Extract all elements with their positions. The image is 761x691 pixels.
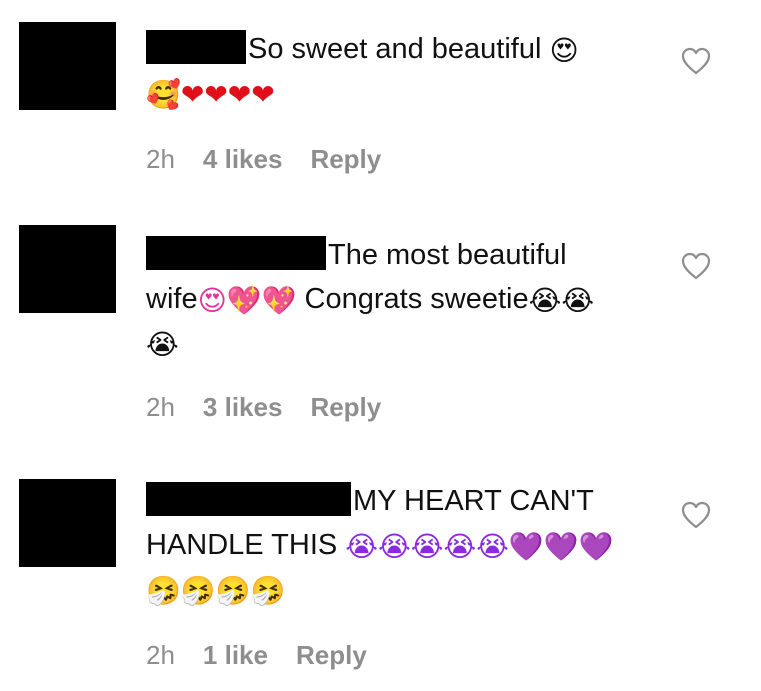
emoji-row: 😭😭😭😭😭💜💜💜 <box>345 530 614 563</box>
comment-text: MY HEART CAN'T HANDLE THIS 😭😭😭😭😭💜💜💜 🤧🤧🤧🤧 <box>146 479 613 611</box>
likes-count[interactable]: 3 likes <box>203 392 283 423</box>
emoji-row: 🥰❤❤❤❤ <box>146 78 275 111</box>
like-button[interactable] <box>681 47 711 75</box>
comment-line-3: 😭 <box>146 321 594 365</box>
timestamp[interactable]: 2h <box>146 144 175 175</box>
username-redacted[interactable] <box>146 30 246 64</box>
comment-meta: 2h 1 like Reply <box>146 640 367 671</box>
comment-body-cont: wife <box>146 283 198 315</box>
comment-body: So sweet and beautiful <box>248 33 542 65</box>
comment-meta: 2h 3 likes Reply <box>146 392 381 423</box>
comment-body-cont: Congrats sweetie <box>296 283 529 315</box>
like-button[interactable] <box>681 501 711 529</box>
username-redacted[interactable] <box>146 236 326 270</box>
crying-emoji-row: 😭😭 <box>528 284 595 317</box>
comment-text: So sweet and beautiful 😍 🥰❤❤❤❤ <box>146 27 579 115</box>
heart-outline-icon <box>681 501 711 529</box>
timestamp[interactable]: 2h <box>146 640 175 671</box>
likes-count[interactable]: 1 like <box>203 640 268 671</box>
username-redacted[interactable] <box>146 482 351 516</box>
likes-count[interactable]: 4 likes <box>203 144 283 175</box>
comment-line-1: The most beautiful <box>146 233 594 277</box>
avatar-redacted[interactable] <box>19 479 116 567</box>
comment-line-2: wife😍💖💖 Congrats sweetie😭😭 <box>146 277 594 321</box>
comment-line-1: MY HEART CAN'T <box>146 479 613 523</box>
avatar-redacted[interactable] <box>19 22 116 110</box>
comment-line-2: HANDLE THIS 😭😭😭😭😭💜💜💜 <box>146 523 613 567</box>
heart-eyes-emoji: 😍 <box>549 34 579 67</box>
sneezing-emoji-row: 🤧🤧🤧🤧 <box>146 574 286 607</box>
reply-button[interactable]: Reply <box>310 144 381 175</box>
comment-line-3: 🤧🤧🤧🤧 <box>146 567 613 611</box>
emoji-row: 😍💖💖 <box>197 284 297 317</box>
comment-text: The most beautiful wife😍💖💖 Congrats swee… <box>146 233 594 365</box>
reply-button[interactable]: Reply <box>296 640 367 671</box>
timestamp[interactable]: 2h <box>146 392 175 423</box>
comment-body: MY HEART CAN'T <box>353 485 594 517</box>
comment-body-cont: HANDLE THIS <box>146 529 338 561</box>
like-button[interactable] <box>681 252 711 280</box>
reply-button[interactable]: Reply <box>310 392 381 423</box>
comment-body: The most beautiful <box>328 239 567 271</box>
heart-outline-icon <box>681 47 711 75</box>
crying-emoji: 😭 <box>146 328 179 361</box>
comment-line-1: So sweet and beautiful 😍 <box>146 27 579 71</box>
avatar-redacted[interactable] <box>19 225 116 313</box>
comment-meta: 2h 4 likes Reply <box>146 144 381 175</box>
heart-outline-icon <box>681 252 711 280</box>
comment-line-2: 🥰❤❤❤❤ <box>146 71 579 115</box>
